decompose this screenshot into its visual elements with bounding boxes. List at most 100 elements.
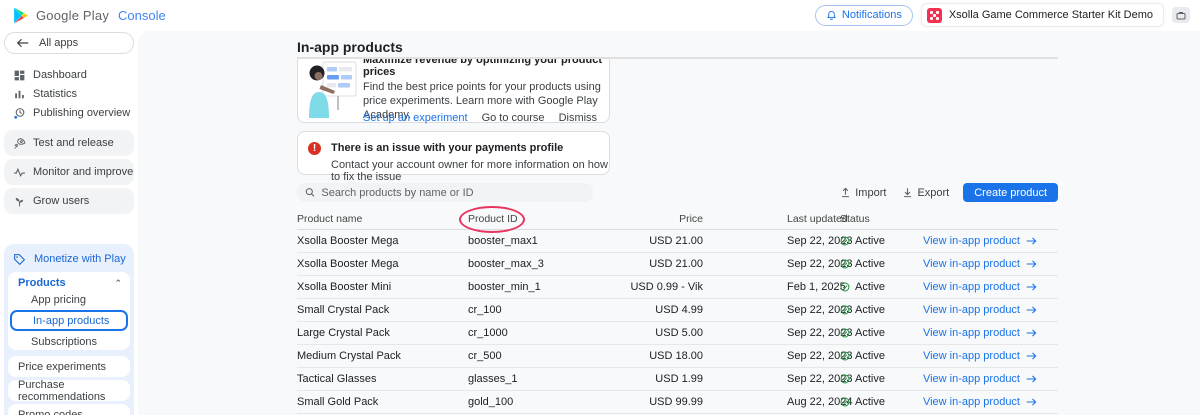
table-row[interactable]: Small Gold Pack gold_100 USD 99.99 Aug 2… [297, 391, 1058, 414]
cell-product-name: Small Gold Pack [297, 396, 378, 408]
view-in-app-product-link[interactable]: View in-app product [923, 327, 1037, 339]
sidebar-item-test-and-release[interactable]: Test and release [4, 130, 134, 156]
view-in-app-product-link[interactable]: View in-app product [923, 373, 1037, 385]
topbar: Google PlayConsole Notifications Xsolla … [0, 0, 1200, 30]
main-content: In-app products Maxim [138, 31, 1200, 415]
view-in-app-product-link[interactable]: View in-app product [923, 281, 1037, 293]
google-play-console-logo[interactable]: Google PlayConsole [12, 7, 166, 24]
col-price: Price [679, 213, 703, 225]
view-in-app-product-link[interactable]: View in-app product [923, 350, 1037, 362]
status-label: Active [855, 281, 885, 293]
cell-product-name: Medium Crystal Pack [297, 350, 401, 362]
statistics-icon [13, 88, 26, 101]
sidebar-item-statistics[interactable]: Statistics [0, 85, 138, 103]
status-label: Active [855, 304, 885, 316]
active-check-icon [840, 397, 850, 407]
set-up-experiment-link[interactable]: Set up an experiment [363, 112, 468, 124]
all-apps-button[interactable]: All apps [4, 32, 134, 54]
cell-price: USD 21.00 [649, 258, 703, 270]
create-product-button[interactable]: Create product [963, 183, 1058, 202]
view-in-app-product-link[interactable]: View in-app product [923, 304, 1037, 316]
cell-product-id: booster_max1 [468, 235, 538, 247]
page-title: In-app products [297, 39, 403, 55]
chevron-up-icon: ⌃ [114, 278, 122, 289]
error-icon: ! [308, 142, 321, 155]
status-label: Active [855, 373, 885, 385]
arrow-right-icon [1026, 259, 1037, 269]
sidebar-item-label: Dashboard [33, 69, 87, 81]
sidebar-item-in-app-products[interactable]: In-app products [10, 310, 128, 331]
back-arrow-icon [17, 38, 29, 48]
sidebar-item-publishing-overview[interactable]: Publishing overview [0, 104, 138, 122]
arrow-right-icon [1026, 374, 1037, 384]
tag-icon [13, 253, 26, 266]
active-check-icon [840, 259, 850, 269]
pulse-icon [13, 166, 26, 179]
sidebar-item-price-experiments[interactable]: Price experiments [8, 356, 130, 377]
products-table-body: Xsolla Booster Mega booster_max1 USD 21.… [297, 230, 1058, 414]
go-to-course-link[interactable]: Go to course [482, 112, 545, 124]
cell-product-id: cr_500 [468, 350, 502, 362]
status-label: Active [855, 327, 885, 339]
table-row[interactable]: Xsolla Booster Mini booster_min_1 USD 0.… [297, 276, 1058, 299]
cell-status: Active [840, 235, 885, 247]
table-row[interactable]: Large Crystal Pack cr_1000 USD 5.00 Sep … [297, 322, 1058, 345]
active-check-icon [840, 351, 850, 361]
sidebar-item-app-pricing[interactable]: App pricing [8, 291, 130, 308]
products-group: Products ⌃ App pricing In-app products S… [8, 272, 130, 350]
cell-product-name: Xsolla Booster Mega [297, 235, 399, 247]
cell-product-id: booster_min_1 [468, 281, 541, 293]
sidebar-item-subscriptions[interactable]: Subscriptions [8, 333, 130, 350]
cell-price: USD 99.99 [649, 396, 703, 408]
table-row[interactable]: Xsolla Booster Mega booster_max_3 USD 21… [297, 253, 1058, 276]
account-avatar[interactable] [1172, 7, 1190, 23]
product-text: Console [118, 8, 166, 23]
search-box [297, 183, 593, 202]
topbar-right: Notifications Xsolla Game Commerce Start… [815, 3, 1200, 27]
status-label: Active [855, 396, 885, 408]
export-button[interactable]: Export [902, 187, 949, 199]
products-group-header[interactable]: Products ⌃ [8, 272, 130, 291]
notifications-label: Notifications [842, 9, 902, 21]
sidebar-item-purchase-recommendations[interactable]: Purchase recommendations [8, 380, 130, 401]
table-row[interactable]: Xsolla Booster Mega booster_max1 USD 21.… [297, 230, 1058, 253]
cell-status: Active [840, 396, 885, 408]
app-selector[interactable]: Xsolla Game Commerce Starter Kit Demo [921, 3, 1164, 27]
notifications-button[interactable]: Notifications [815, 5, 913, 26]
app-name: Xsolla Game Commerce Starter Kit Demo [949, 9, 1153, 21]
active-check-icon [840, 328, 850, 338]
app-icon [927, 8, 942, 23]
sidebar-item-grow-users[interactable]: Grow users [4, 188, 134, 214]
cell-product-id: cr_100 [468, 304, 502, 316]
cell-status: Active [840, 304, 885, 316]
view-in-app-product-link[interactable]: View in-app product [923, 396, 1037, 408]
active-check-icon [840, 236, 850, 246]
table-row[interactable]: Tactical Glasses glasses_1 USD 1.99 Sep … [297, 368, 1058, 391]
cell-product-id: cr_1000 [468, 327, 508, 339]
cell-price: USD 0.99 - Vik [630, 281, 703, 293]
publishing-overview-icon [13, 107, 26, 120]
view-in-app-product-link[interactable]: View in-app product [923, 258, 1037, 270]
sidebar-item-monitor-and-improve[interactable]: Monitor and improve [4, 159, 134, 185]
cell-price: USD 4.99 [655, 304, 703, 316]
sidebar-item-promo-codes[interactable]: Promo codes [8, 404, 130, 415]
table-row[interactable]: Medium Crystal Pack cr_500 USD 18.00 Sep… [297, 345, 1058, 368]
view-in-app-product-link[interactable]: View in-app product [923, 235, 1037, 247]
dismiss-link[interactable]: Dismiss [559, 112, 598, 124]
play-console-app: Google PlayConsole Notifications Xsolla … [0, 0, 1200, 415]
sidebar-item-dashboard[interactable]: Dashboard [0, 66, 138, 84]
cell-price: USD 5.00 [655, 327, 703, 339]
col-product-name: Product name [297, 213, 362, 225]
table-row[interactable]: Small Crystal Pack cr_100 USD 4.99 Sep 2… [297, 299, 1058, 322]
import-button[interactable]: Import [840, 187, 886, 199]
search-icon [305, 187, 315, 198]
sidebar-item-label: Test and release [33, 137, 114, 149]
cell-product-name: Xsolla Booster Mega [297, 258, 399, 270]
grow-icon [13, 195, 26, 208]
search-input[interactable] [321, 187, 585, 199]
play-logo-icon [12, 7, 29, 24]
promo-card: Maximize revenue by optimizing your prod… [297, 57, 610, 123]
sidebar-item-monetize-with-play[interactable]: Monetize with Play [4, 247, 134, 271]
active-check-icon [840, 374, 850, 384]
promo-title: Maximize revenue by optimizing your prod… [363, 57, 603, 78]
